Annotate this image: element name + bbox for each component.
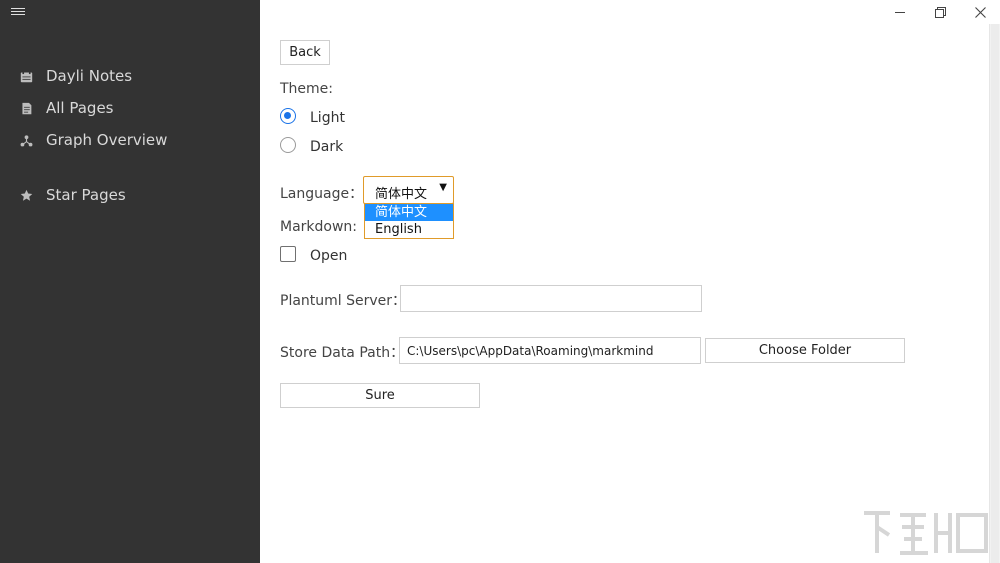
- language-dropdown: 简体中文 English: [364, 203, 454, 239]
- menu-icon[interactable]: [11, 6, 25, 20]
- sidebar-item-label: Star Pages: [46, 186, 126, 204]
- sidebar-item-star-pages[interactable]: Star Pages: [18, 186, 126, 204]
- language-label: Language：: [280, 186, 364, 202]
- sidebar-item-dayli-notes[interactable]: Dayli Notes: [18, 67, 132, 85]
- sidebar-item-label: All Pages: [46, 99, 114, 117]
- store-path-input[interactable]: [399, 337, 701, 364]
- vertical-scrollbar[interactable]: [990, 24, 1000, 563]
- star-icon: [18, 187, 34, 203]
- markdown-label: Markdown:: [280, 219, 358, 235]
- language-select[interactable]: 简体中文 ▼: [363, 176, 454, 204]
- language-option-en[interactable]: English: [365, 221, 453, 238]
- close-icon[interactable]: [960, 0, 1000, 24]
- minimize-icon[interactable]: [880, 0, 920, 24]
- watermark-logo: [864, 511, 988, 555]
- theme-light-label: Light: [310, 110, 345, 126]
- title-bar: [260, 0, 1000, 24]
- sidebar-item-graph-overview[interactable]: Graph Overview: [18, 131, 167, 149]
- language-selected-value: 简体中文: [375, 187, 428, 202]
- theme-label: Theme:: [280, 81, 334, 97]
- sidebar: Dayli Notes All Pages Graph Overview Sta…: [0, 0, 260, 563]
- graph-icon: [18, 132, 34, 148]
- theme-light-radio[interactable]: [280, 108, 296, 124]
- back-button[interactable]: Back: [280, 40, 330, 65]
- store-path-label: Store Data Path：: [280, 345, 405, 361]
- restore-icon[interactable]: [920, 0, 960, 24]
- markdown-open-checkbox[interactable]: [280, 246, 296, 262]
- pages-icon: [18, 100, 34, 116]
- sidebar-item-label: Dayli Notes: [46, 67, 133, 85]
- theme-dark-radio[interactable]: [280, 137, 296, 153]
- plantuml-label: Plantuml Server：: [280, 293, 407, 309]
- language-option-zh[interactable]: 简体中文: [365, 204, 453, 221]
- sidebar-item-label: Graph Overview: [46, 131, 168, 149]
- markdown-open-label: Open: [310, 248, 348, 264]
- choose-folder-button[interactable]: Choose Folder: [705, 338, 905, 363]
- sure-button[interactable]: Sure: [280, 383, 480, 408]
- plantuml-server-input[interactable]: [400, 285, 702, 312]
- sidebar-item-all-pages[interactable]: All Pages: [18, 99, 114, 117]
- theme-dark-label: Dark: [310, 139, 344, 155]
- chevron-down-icon: ▼: [439, 182, 447, 193]
- calendar-icon: [18, 68, 34, 84]
